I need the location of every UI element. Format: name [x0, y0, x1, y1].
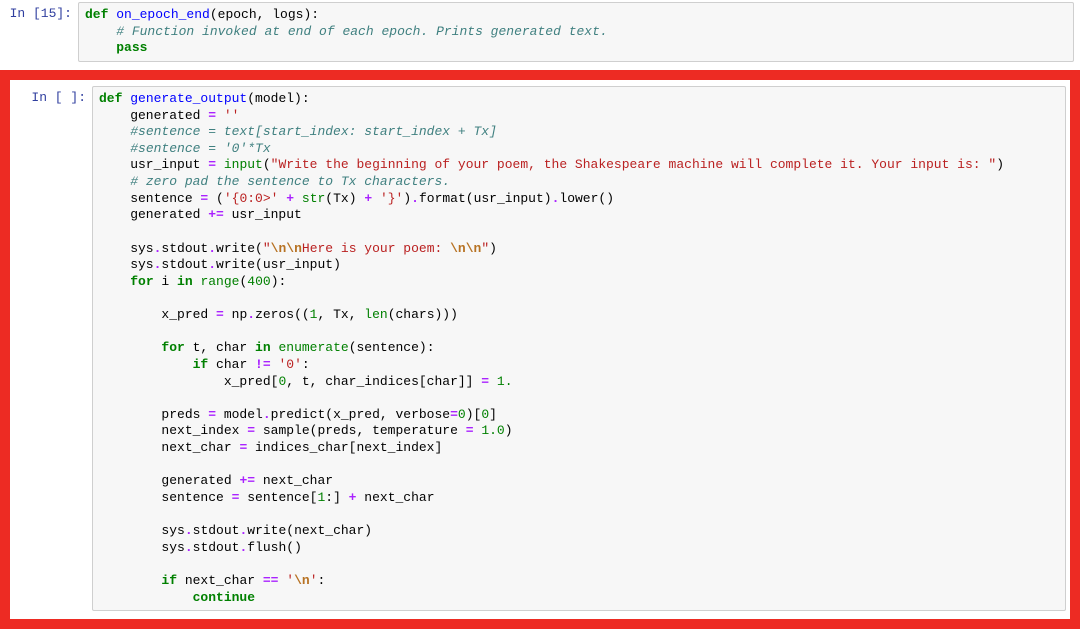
- input-prompt: In [15]:: [0, 2, 78, 62]
- input-prompt: In [ ]:: [14, 86, 92, 611]
- highlighted-region: In [ ]: def generate_output(model): gene…: [0, 70, 1080, 629]
- code-cell[interactable]: In [15]: def on_epoch_end(epoch, logs): …: [0, 2, 1080, 62]
- code-cell[interactable]: In [ ]: def generate_output(model): gene…: [14, 86, 1066, 611]
- notebook: In [15]: def on_epoch_end(epoch, logs): …: [0, 2, 1080, 629]
- code-input-area[interactable]: def generate_output(model): generated = …: [92, 86, 1066, 611]
- code-input-area[interactable]: def on_epoch_end(epoch, logs): # Functio…: [78, 2, 1074, 62]
